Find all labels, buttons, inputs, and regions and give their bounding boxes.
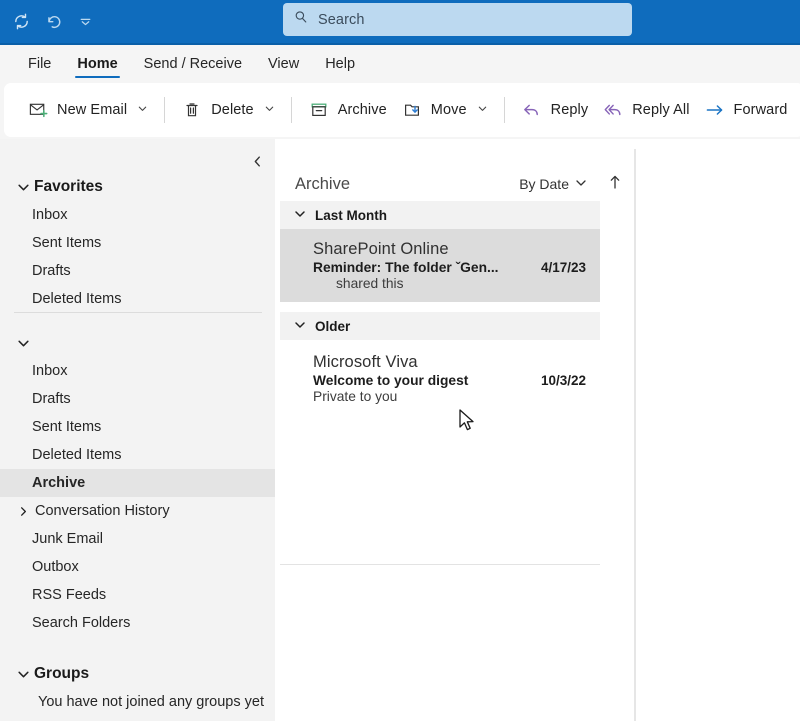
chevron-down-icon <box>16 337 30 350</box>
chevron-down-icon <box>16 668 30 681</box>
folder-sidebar: Favorites Inbox Sent Items Drafts Delete… <box>0 139 275 721</box>
chevron-right-icon[interactable] <box>16 506 30 517</box>
chevron-down-icon <box>294 208 306 223</box>
archive-label: Archive <box>337 102 387 118</box>
message-group-header-last-month[interactable]: Last Month <box>280 201 600 229</box>
message-date: 4/17/23 <box>540 260 586 275</box>
tab-help[interactable]: Help <box>312 45 368 83</box>
sidebar-item-fav-inbox[interactable]: Inbox <box>0 201 275 229</box>
message-list: Archive By Date Last Month SharePoint On… <box>280 139 634 721</box>
tab-file[interactable]: File <box>15 45 64 83</box>
search-icon <box>293 9 309 30</box>
chevron-down-icon[interactable] <box>264 101 275 119</box>
sidebar-item-sent-items[interactable]: Sent Items <box>0 413 275 441</box>
message-group-header-older[interactable]: Older <box>280 312 600 340</box>
forward-button[interactable]: Forward <box>697 90 795 130</box>
main-area: Favorites Inbox Sent Items Drafts Delete… <box>0 139 800 721</box>
chevron-down-icon <box>575 176 587 192</box>
sidebar-item-inbox[interactable]: Inbox <box>0 357 275 385</box>
message-preview: Private to you <box>313 389 398 404</box>
message-subject: Welcome to your digest <box>313 373 469 388</box>
forward-label: Forward <box>733 102 788 118</box>
delete-button[interactable]: Delete <box>174 90 282 130</box>
reply-label: Reply <box>550 102 589 118</box>
delete-icon <box>181 99 203 121</box>
delete-label: Delete <box>211 102 254 118</box>
message-group-label: Last Month <box>315 207 387 223</box>
sidebar-item-rss-feeds[interactable]: RSS Feeds <box>0 581 275 609</box>
quick-access-toolbar <box>6 6 100 36</box>
tab-view[interactable]: View <box>255 45 312 83</box>
message-list-bottom-rule <box>280 564 600 565</box>
ribbon-tabs: File Home Send / Receive View Help <box>0 45 800 83</box>
message-sender: Microsoft Viva <box>313 353 418 371</box>
sidebar-item-fav-drafts[interactable]: Drafts <box>0 257 275 285</box>
tab-send-receive[interactable]: Send / Receive <box>131 45 255 83</box>
ribbon-separator <box>290 97 292 123</box>
message-group-label: Older <box>315 318 351 334</box>
reading-pane <box>636 139 800 721</box>
sidebar-item-fav-deleted-items[interactable]: Deleted Items <box>0 285 275 313</box>
sidebar-item-label: Conversation History <box>35 503 170 519</box>
sort-by-button[interactable]: By Date <box>519 176 587 192</box>
message-preview: shared this <box>336 276 404 291</box>
sidebar-group-label: Groups <box>34 665 90 682</box>
chevron-left-icon <box>251 155 264 173</box>
chevron-down-icon[interactable] <box>137 101 148 119</box>
forward-icon <box>704 99 726 121</box>
message-subject: Reminder: The folder ˇGen... <box>313 260 499 275</box>
sidebar-group-favorites[interactable]: Favorites <box>0 173 275 201</box>
sidebar-item-archive[interactable]: Archive <box>0 469 275 497</box>
sidebar-group-groups[interactable]: Groups <box>0 660 275 688</box>
sort-direction-button[interactable] <box>608 174 622 194</box>
message-sender: SharePoint Online <box>313 240 449 258</box>
sync-icon[interactable] <box>6 6 36 36</box>
mouse-cursor <box>459 409 477 438</box>
undo-icon[interactable] <box>38 6 68 36</box>
folder-title: Archive <box>295 174 351 193</box>
ribbon-separator <box>164 97 166 123</box>
sidebar-group-account[interactable] <box>0 329 275 357</box>
move-icon <box>401 99 423 121</box>
table-row[interactable]: Microsoft Viva Welcome to your digest 10… <box>280 342 600 415</box>
chevron-down-icon <box>16 181 30 194</box>
sidebar-item-outbox[interactable]: Outbox <box>0 553 275 581</box>
ribbon-container: New Email Delete Archive Move Reply Repl… <box>0 83 800 139</box>
search-input[interactable]: Search <box>283 3 632 36</box>
groups-empty-note: You have not joined any groups yet <box>38 694 264 710</box>
sidebar-divider <box>14 312 262 313</box>
sort-by-label: By Date <box>519 176 569 192</box>
chevron-down-icon[interactable] <box>477 101 488 119</box>
new-email-icon <box>27 99 49 121</box>
sidebar-group-label: Favorites <box>34 178 103 195</box>
message-date: 10/3/22 <box>540 373 586 388</box>
message-list-header: Archive By Date <box>280 167 634 201</box>
table-row[interactable]: SharePoint Online Reminder: The folder ˇ… <box>280 229 600 302</box>
reply-all-icon <box>602 99 624 121</box>
search-placeholder: Search <box>318 11 365 28</box>
ribbon: New Email Delete Archive Move Reply Repl… <box>4 83 800 137</box>
move-button[interactable]: Move <box>394 90 495 130</box>
customize-quick-access-icon[interactable] <box>70 6 100 36</box>
reply-button[interactable]: Reply <box>514 90 596 130</box>
reply-all-label: Reply All <box>632 102 690 118</box>
archive-icon <box>308 99 330 121</box>
sidebar-item-deleted-items[interactable]: Deleted Items <box>0 441 275 469</box>
tab-home[interactable]: Home <box>64 45 130 83</box>
sidebar-item-conversation-history[interactable]: Conversation History <box>0 497 275 525</box>
title-bar: Search <box>0 0 800 43</box>
chevron-down-icon <box>294 319 306 334</box>
reply-all-button[interactable]: Reply All <box>595 90 696 130</box>
sidebar-item-search-folders[interactable]: Search Folders <box>0 609 275 637</box>
reply-icon <box>521 99 543 121</box>
archive-button[interactable]: Archive <box>301 90 394 130</box>
sidebar-item-fav-sent-items[interactable]: Sent Items <box>0 229 275 257</box>
sidebar-item-drafts[interactable]: Drafts <box>0 385 275 413</box>
ribbon-separator <box>503 97 505 123</box>
sidebar-item-junk-email[interactable]: Junk Email <box>0 525 275 553</box>
move-label: Move <box>430 102 467 118</box>
new-email-button[interactable]: New Email <box>20 90 155 130</box>
new-email-label: New Email <box>57 102 128 118</box>
